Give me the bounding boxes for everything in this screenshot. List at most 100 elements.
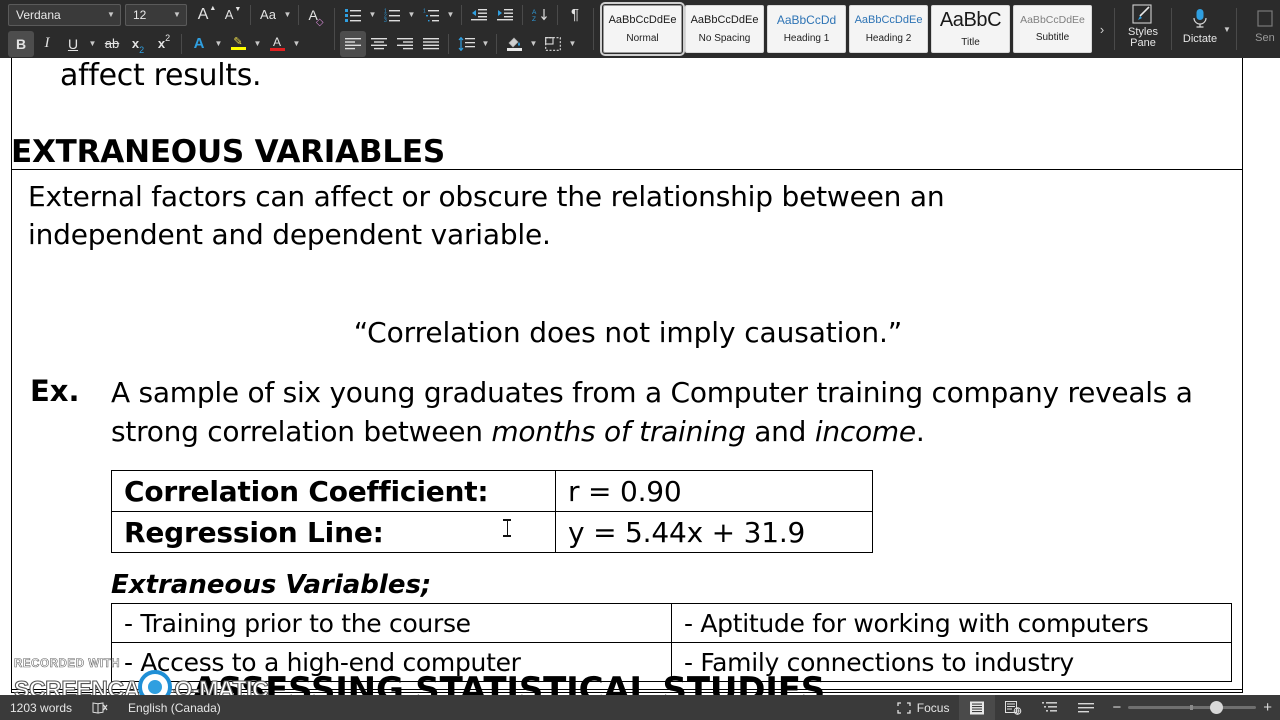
focus-icon — [897, 701, 911, 714]
divider — [496, 33, 497, 54]
style-name: No Spacing — [698, 32, 751, 44]
font-group-row-2: B I U ▼ ab x 2 x 2 A ▼ ✎ ▼ A ▼ — [8, 29, 329, 58]
justify-button[interactable] — [418, 31, 444, 57]
language-button[interactable]: English (Canada) — [118, 695, 231, 720]
zoom-thumb[interactable] — [1210, 701, 1224, 714]
bold-button[interactable]: B — [8, 30, 34, 57]
style-card-heading-2[interactable]: AaBbCcDdEe Heading 2 — [849, 5, 928, 53]
zoom-out-button[interactable]: − — [1112, 700, 1121, 715]
line-spacing-icon — [458, 36, 475, 51]
strikethrough-button[interactable]: ab — [99, 31, 125, 57]
borders-button[interactable] — [540, 31, 566, 57]
chevron-down-icon[interactable]: ▼ — [212, 31, 225, 57]
table-row[interactable]: - Training prior to the course - Aptitud… — [111, 603, 1232, 643]
content-table-frame: External factors can affect or obscure t… — [11, 169, 1243, 693]
style-name: Subtitle — [1035, 32, 1070, 44]
example-italic-income: income — [814, 415, 916, 448]
extraneous-item-training-prior: - Training prior to the course — [111, 603, 672, 643]
style-card-subtitle[interactable]: AaBbCcDdEe Subtitle — [1013, 5, 1092, 53]
sensitivity-icon — [1257, 9, 1273, 27]
style-card-no-spacing[interactable]: AaBbCcDdEe No Spacing — [685, 5, 764, 53]
align-left-button[interactable] — [340, 30, 366, 57]
multilevel-list-button[interactable]: 1 — [418, 2, 444, 28]
change-case-button[interactable]: Aa — [255, 2, 281, 28]
style-preview: AaBbCcDd — [776, 14, 837, 26]
text-highlight-button[interactable]: ✎ — [225, 31, 251, 57]
sort-button[interactable]: A Z — [527, 2, 553, 28]
show-formatting-marks-button[interactable]: ¶ — [562, 2, 588, 28]
web-layout-view-button[interactable] — [995, 695, 1032, 720]
subscript-button[interactable]: x 2 — [125, 31, 151, 57]
chevron-down-icon[interactable]: ▼ — [527, 31, 540, 57]
document-canvas[interactable]: affect results. EXTRANEOUS VARIABLES Ext… — [0, 58, 1280, 695]
chevron-down-icon[interactable]: ▼ — [170, 10, 184, 19]
chevron-down-icon[interactable]: ▼ — [251, 31, 264, 57]
correlation-table[interactable]: Correlation Coefficient: r = 0.90 Regres… — [111, 470, 873, 553]
draft-view-button[interactable] — [1068, 695, 1104, 720]
group-divider — [1114, 8, 1115, 50]
style-preview: AaBbCcDdEe — [854, 14, 923, 26]
svg-text:3: 3 — [384, 18, 387, 22]
sensitivity-button[interactable]: Sen — [1242, 0, 1280, 52]
bullet-list-button[interactable] — [340, 2, 366, 28]
word-count-button[interactable]: 1203 words — [0, 695, 82, 720]
styles-pane-button[interactable]: Styles Pane — [1120, 0, 1166, 52]
numbered-list-button[interactable]: 1 2 3 — [379, 2, 405, 28]
divider — [448, 33, 449, 54]
zoom-track[interactable] — [1128, 701, 1257, 714]
increase-indent-icon — [497, 9, 513, 21]
shrink-font-button[interactable]: A ▼ — [220, 2, 246, 28]
chevron-down-icon[interactable]: ▼ — [86, 31, 99, 57]
table-row[interactable]: Regression Line: y = 5.44x + 31.9 — [111, 511, 873, 553]
italic-button[interactable]: I — [34, 31, 60, 57]
clear-formatting-button[interactable]: A ◇ — [303, 2, 329, 28]
chevron-down-icon[interactable]: ▼ — [1223, 16, 1231, 42]
style-card-normal[interactable]: AaBbCcDdEe Normal — [600, 2, 685, 56]
print-layout-view-button[interactable] — [959, 695, 996, 720]
web-layout-icon — [1005, 700, 1022, 715]
grow-font-button[interactable]: A ▲ — [194, 2, 220, 28]
text-effects-button[interactable]: A — [186, 31, 212, 57]
chevron-down-icon[interactable]: ▼ — [479, 31, 492, 57]
chevron-down-icon[interactable]: ▼ — [366, 2, 379, 28]
chevron-down-icon[interactable]: ▼ — [290, 31, 303, 57]
zoom-in-button[interactable]: + — [1263, 700, 1272, 715]
style-card-heading-1[interactable]: AaBbCcDd Heading 1 — [767, 5, 846, 53]
extraneous-item-aptitude: - Aptitude for working with computers — [671, 603, 1232, 643]
font-color-button[interactable]: A — [264, 31, 290, 57]
increase-indent-button[interactable] — [492, 2, 518, 28]
style-card-title[interactable]: AaBbC Title — [931, 5, 1010, 53]
decrease-indent-button[interactable] — [466, 2, 492, 28]
align-center-button[interactable] — [366, 31, 392, 57]
word-count-label: 1203 words — [10, 700, 73, 715]
superscript-button[interactable]: x 2 — [151, 31, 177, 57]
chevron-down-icon[interactable]: ▼ — [281, 2, 294, 28]
zoom-slider[interactable]: − + — [1104, 700, 1280, 715]
style-preview: AaBbCcDdEe — [608, 14, 677, 26]
styles-gallery-more-button[interactable]: › — [1095, 5, 1109, 53]
line-spacing-button[interactable] — [453, 31, 479, 57]
chevron-down-icon[interactable]: ▼ — [566, 31, 579, 57]
multilevel-list-icon: 1 — [423, 8, 439, 21]
focus-label: Focus — [916, 700, 950, 715]
font-name-combobox[interactable]: Verdana ▼ — [8, 3, 121, 26]
example-italic-months-of-training: months of training — [491, 415, 746, 448]
chevron-down-icon[interactable]: ▼ — [104, 10, 118, 19]
example-text-2: and — [745, 415, 815, 448]
proofing-status-button[interactable] — [82, 695, 118, 720]
superscript-icon: x — [157, 36, 166, 51]
dictate-button[interactable]: Dictate — [1177, 0, 1223, 52]
align-right-button[interactable] — [392, 31, 418, 57]
outline-view-button[interactable] — [1032, 695, 1068, 720]
chevron-down-icon[interactable]: ▼ — [405, 2, 418, 28]
focus-mode-button[interactable]: Focus — [887, 695, 960, 720]
shrink-font-icon: A — [224, 7, 234, 22]
table-row[interactable]: Correlation Coefficient: r = 0.90 — [111, 470, 873, 512]
font-size-combobox[interactable]: 12 ▼ — [125, 3, 187, 26]
shading-button[interactable] — [501, 31, 527, 57]
paragraph-external-factors: External factors can affect or obscure t… — [28, 180, 945, 251]
font-color-icon: A — [272, 34, 281, 49]
divider — [250, 4, 251, 25]
chevron-down-icon[interactable]: ▼ — [444, 2, 457, 28]
underline-button[interactable]: U — [60, 31, 86, 57]
